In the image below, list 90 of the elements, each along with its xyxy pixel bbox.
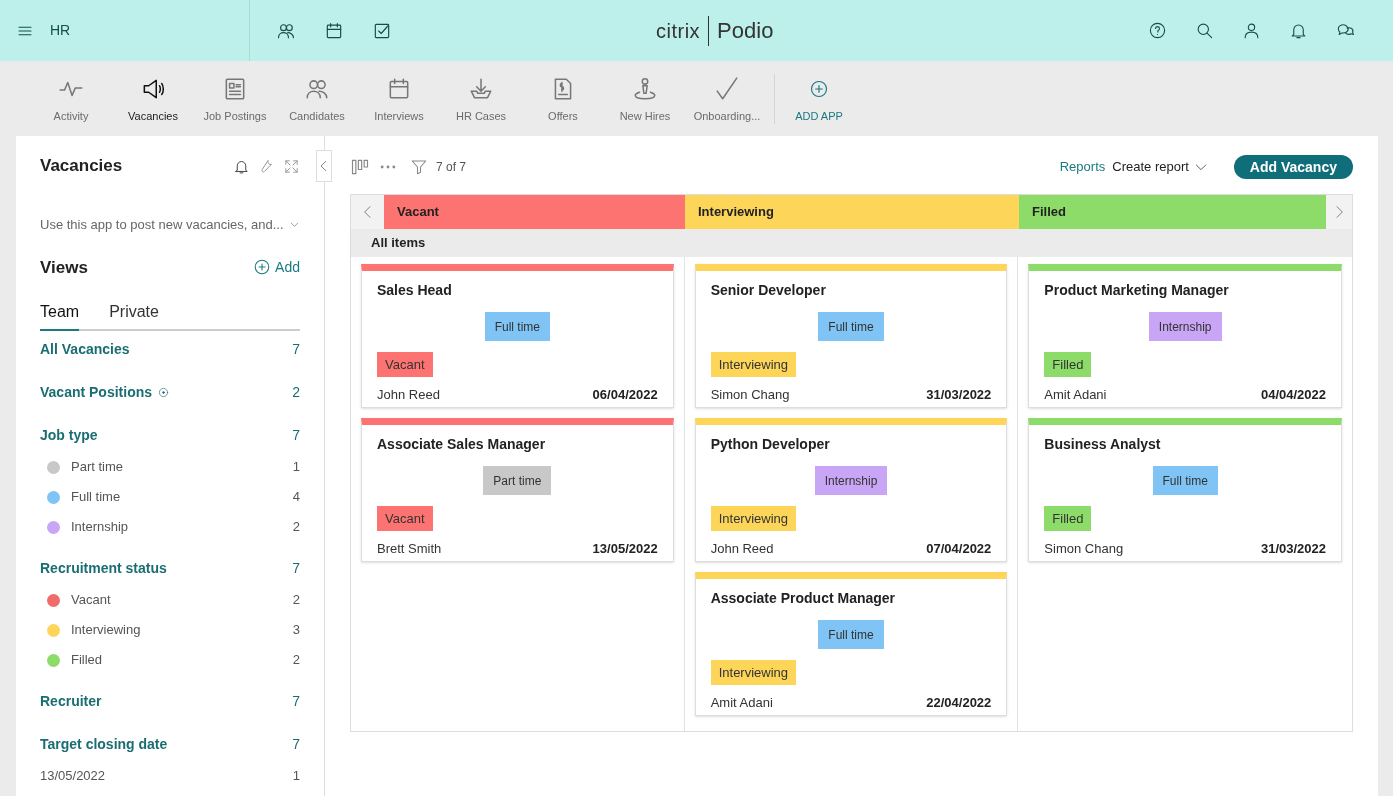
- vacancy-card[interactable]: Senior Developer Full time Interviewing Simon Chang 31/03/2022: [694, 264, 1008, 408]
- filter-item[interactable]: Part time 1: [40, 452, 300, 482]
- closing-date: 22/04/2022: [926, 694, 992, 712]
- notifications-icon[interactable]: [1289, 21, 1308, 40]
- section-heading: All items: [371, 234, 426, 253]
- filter-button[interactable]: 7 of 7: [410, 158, 467, 176]
- filter-item[interactable]: Interviewing 3: [40, 615, 300, 645]
- views-heading: Views: [40, 256, 88, 279]
- recruiter-name: Simon Chang: [1044, 540, 1124, 558]
- job-type-tag: Internship: [1148, 312, 1222, 341]
- view-item[interactable]: Job type 7: [40, 409, 300, 452]
- card-title: Product Marketing Manager: [1044, 281, 1230, 300]
- logo-text: citrix: [656, 18, 702, 44]
- app-tab[interactable]: Vacancies: [112, 72, 194, 125]
- view-tab[interactable]: Team: [40, 300, 80, 331]
- columns-icon[interactable]: [350, 157, 370, 177]
- create-report-dropdown[interactable]: Create report: [1112, 157, 1209, 177]
- card-title: Associate Product Manager: [710, 589, 897, 608]
- vacancy-card[interactable]: Python Developer Internship Interviewing John Reed 07/04/2022: [694, 418, 1008, 562]
- recruiter-name: Brett Smith: [377, 540, 442, 558]
- calendar-icon[interactable]: [324, 20, 344, 41]
- closing-date: 07/04/2022: [926, 540, 992, 558]
- job-type-tag: Full time: [818, 620, 884, 649]
- job-type-tag: Full time: [818, 312, 884, 341]
- app-tab[interactable]: Job Postings: [194, 72, 276, 125]
- filter-item[interactable]: Vacant 2: [40, 585, 300, 615]
- add-icon: [253, 258, 272, 277]
- recruiter-name: Amit Adani: [710, 694, 773, 712]
- job-type-tag: Full time: [484, 312, 550, 341]
- status-tag: Filled: [1044, 506, 1092, 531]
- vacancy-card[interactable]: Associate Sales Manager Part time Vacant Brett Smith 13/05/2022: [361, 418, 674, 562]
- filter-icon: [410, 158, 428, 176]
- status-tag: Interviewing: [710, 506, 797, 531]
- app-tab[interactable]: New Hires: [604, 72, 686, 125]
- job-type-tag: Full time: [1152, 466, 1218, 495]
- logo-text: Podio: [708, 15, 774, 46]
- search-icon[interactable]: [1195, 21, 1214, 40]
- recruiter-name: Simon Chang: [710, 386, 790, 404]
- app-description: Use this app to post new vacancies, and...: [40, 216, 284, 234]
- filter-item[interactable]: 13/05/2022 1: [40, 761, 300, 791]
- closing-date: 31/03/2022: [926, 386, 992, 404]
- status-tag: Interviewing: [710, 660, 797, 685]
- filter-item[interactable]: Internship 2: [40, 512, 300, 542]
- recruiter-name: John Reed: [710, 540, 774, 558]
- view-item[interactable]: Vacant Positions 2: [40, 366, 300, 409]
- view-item[interactable]: Target closing date 7: [40, 718, 300, 761]
- card-title: Associate Sales Manager: [377, 435, 547, 454]
- add-view-button[interactable]: Add: [253, 256, 300, 278]
- reports-link[interactable]: Reports: [1059, 157, 1106, 177]
- card-title: Python Developer: [710, 435, 831, 454]
- closing-date: 31/03/2022: [1260, 540, 1326, 558]
- help-icon[interactable]: [1148, 21, 1167, 40]
- card-title: Sales Head: [377, 281, 453, 300]
- profile-icon[interactable]: [1242, 21, 1261, 40]
- expand-icon[interactable]: [283, 157, 300, 175]
- add-app-button[interactable]: ADD APP: [781, 72, 857, 125]
- filter-item[interactable]: Full time 4: [40, 482, 300, 512]
- view-item[interactable]: Recruiter 7: [40, 675, 300, 718]
- closing-date: 06/04/2022: [592, 386, 658, 404]
- column-header: Vacant: [384, 195, 685, 229]
- column-header: Interviewing: [685, 195, 1019, 229]
- vacancy-card[interactable]: Sales Head Full time Vacant John Reed 06/04/2022: [361, 264, 674, 408]
- vacancy-card[interactable]: Business Analyst Full time Filled Simon Chang 31/03/2022: [1028, 418, 1342, 562]
- app-tab[interactable]: HR Cases: [440, 72, 522, 125]
- app-title: Vacancies: [40, 155, 123, 178]
- filter-item[interactable]: Filled 2: [40, 645, 300, 675]
- app-tab[interactable]: Activity: [30, 72, 112, 125]
- recruiter-name: John Reed: [377, 386, 440, 404]
- card-title: Business Analyst: [1044, 435, 1162, 454]
- checkmark-icon: [714, 76, 740, 103]
- app-tab[interactable]: Onboarding...: [686, 72, 768, 125]
- job-type-tag: Part time: [483, 466, 552, 495]
- add-vacancy-button[interactable]: Add Vacancy: [1233, 155, 1353, 179]
- status-tag: Vacant: [377, 352, 433, 377]
- app-tab[interactable]: Offers: [522, 72, 604, 125]
- app-tab[interactable]: Interviews: [358, 72, 440, 125]
- vacancy-card[interactable]: Product Marketing Manager Internship Filled Amit Adani 04/04/2022: [1028, 264, 1342, 408]
- workspace-name[interactable]: HR: [50, 20, 71, 41]
- closing-date: 13/05/2022: [592, 540, 658, 558]
- closing-date: 04/04/2022: [1260, 386, 1326, 404]
- status-tag: Interviewing: [710, 352, 797, 377]
- recruiter-name: Amit Adani: [1044, 386, 1107, 404]
- status-tag: Filled: [1044, 352, 1092, 377]
- view-item[interactable]: Recruitment status 7: [40, 542, 300, 585]
- status-tag: Vacant: [377, 506, 433, 531]
- card-title: Senior Developer: [710, 281, 827, 300]
- app-tab[interactable]: Candidates: [276, 72, 358, 125]
- vacancy-card[interactable]: Associate Product Manager Full time Interviewing Amit Adani 22/04/2022: [694, 572, 1008, 716]
- job-type-tag: Internship: [814, 466, 888, 495]
- column-header: Filled: [1019, 195, 1326, 229]
